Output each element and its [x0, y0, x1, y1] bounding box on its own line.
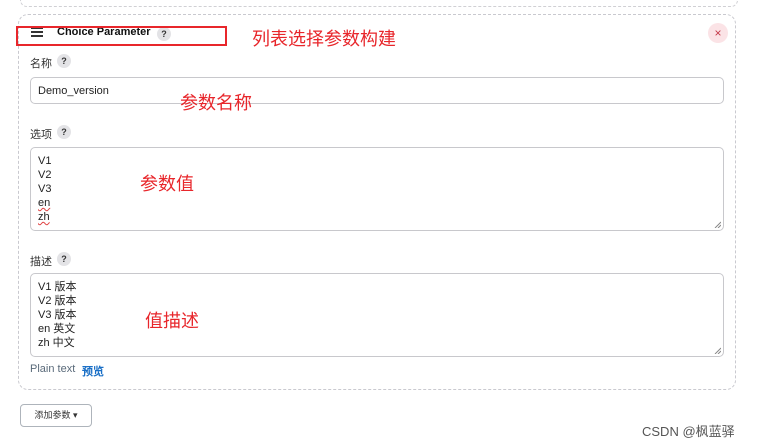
annotation-title-note: 列表选择参数构建	[252, 29, 396, 50]
help-icon[interactable]: ?	[57, 54, 71, 68]
preview-link[interactable]: 预览	[82, 363, 104, 379]
description-line: en 英文	[38, 323, 76, 335]
watermark: CSDN @枫蓝驿	[642, 424, 735, 439]
previous-card-edge	[20, 0, 738, 7]
add-parameter-button[interactable]: 添加参数 ▾	[20, 404, 92, 427]
caret-down-icon: ▾	[73, 410, 78, 420]
description-line: V2 版本	[38, 295, 77, 307]
description-label: 描述	[30, 256, 52, 268]
choices-label: 选项	[30, 129, 52, 141]
choice-line: zh	[38, 211, 50, 223]
add-parameter-label: 添加参数	[34, 410, 71, 420]
name-label: 名称	[30, 58, 52, 70]
format-plain-text: Plain text	[30, 363, 76, 375]
description-line: V1 版本	[38, 281, 77, 293]
description-textarea[interactable]: V1 版本 V2 版本 V3 版本 en 英文 zh 中文	[30, 273, 724, 357]
close-button[interactable]: ×	[708, 23, 728, 43]
annotation-name-note: 参数名称	[180, 93, 252, 114]
description-line: V3 版本	[38, 309, 77, 321]
choice-line: en	[38, 197, 51, 209]
resize-grip-icon[interactable]	[714, 221, 721, 228]
annotation-description-note: 值描述	[145, 311, 199, 332]
annotation-highlight-box	[16, 26, 227, 46]
annotation-choices-note: 参数值	[140, 174, 194, 195]
description-line: zh 中文	[38, 337, 75, 349]
name-input[interactable]	[30, 77, 724, 104]
choice-line: V1	[38, 155, 52, 167]
help-icon[interactable]: ?	[57, 252, 71, 266]
resize-grip-icon[interactable]	[714, 347, 721, 354]
choices-textarea[interactable]: V1 V2 V3 en zh	[30, 147, 724, 231]
help-icon[interactable]: ?	[57, 125, 71, 139]
